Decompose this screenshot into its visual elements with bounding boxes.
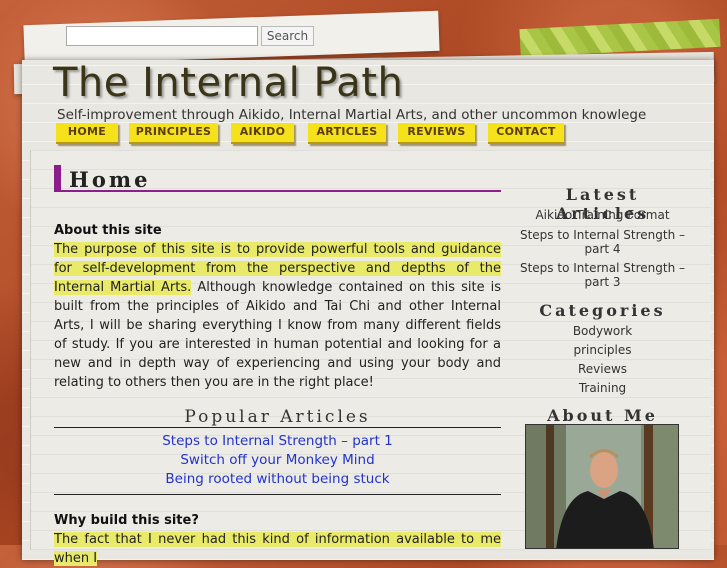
site-title: The Internal Path — [53, 60, 404, 106]
search-button[interactable]: Search — [261, 26, 314, 46]
popular-link-2[interactable]: Switch off your Monkey Mind — [54, 452, 501, 468]
nav-reviews[interactable]: REVIEWS — [398, 123, 475, 144]
author-photo — [525, 424, 679, 549]
nav-contact[interactable]: CONTACT — [488, 123, 564, 144]
page-heading-text: Home — [69, 167, 151, 192]
categories-heading: Categories — [539, 301, 666, 320]
popular-link-3[interactable]: Being rooted without being stuck — [54, 471, 501, 487]
site-tagline: Self-improvement through Aikido, Interna… — [57, 107, 647, 123]
category-principles[interactable]: principles — [515, 343, 690, 357]
nav-home[interactable]: HOME — [56, 123, 118, 144]
why-site-heading: Why build this site? — [54, 513, 199, 528]
nav-aikido[interactable]: AIKIDO — [231, 123, 294, 144]
popular-articles-heading: Popular Articles — [184, 407, 371, 427]
about-site-text: The purpose of this site is to provide p… — [54, 240, 501, 392]
nav-principles[interactable]: PRINCIPLES — [129, 123, 218, 144]
category-bodywork[interactable]: Bodywork — [515, 324, 690, 338]
popular-bottom-rule — [54, 494, 501, 495]
about-site-heading: About this site — [54, 223, 162, 238]
latest-link-2[interactable]: Steps to Internal Strength – part 4 — [515, 228, 690, 256]
category-training[interactable]: Training — [515, 381, 690, 395]
category-reviews[interactable]: Reviews — [515, 362, 690, 376]
about-me-heading: About Me — [547, 406, 658, 425]
latest-link-1[interactable]: Aikido Training Format — [515, 208, 690, 222]
about-site-body: Although knowledge contained on this sit… — [54, 280, 502, 390]
why-site-text: The fact that I never had this kind of i… — [54, 530, 501, 568]
popular-link-1[interactable]: Steps to Internal Strength – part 1 — [54, 433, 501, 449]
search-input[interactable] — [66, 26, 258, 46]
nav-articles[interactable]: ARTICLES — [308, 123, 386, 144]
page-heading: Home — [54, 165, 501, 192]
latest-link-3[interactable]: Steps to Internal Strength – part 3 — [515, 261, 690, 289]
why-site-highlight: The fact that I never had this kind of i… — [54, 532, 501, 566]
popular-top-rule — [54, 427, 501, 428]
author-photo-image — [526, 425, 678, 548]
